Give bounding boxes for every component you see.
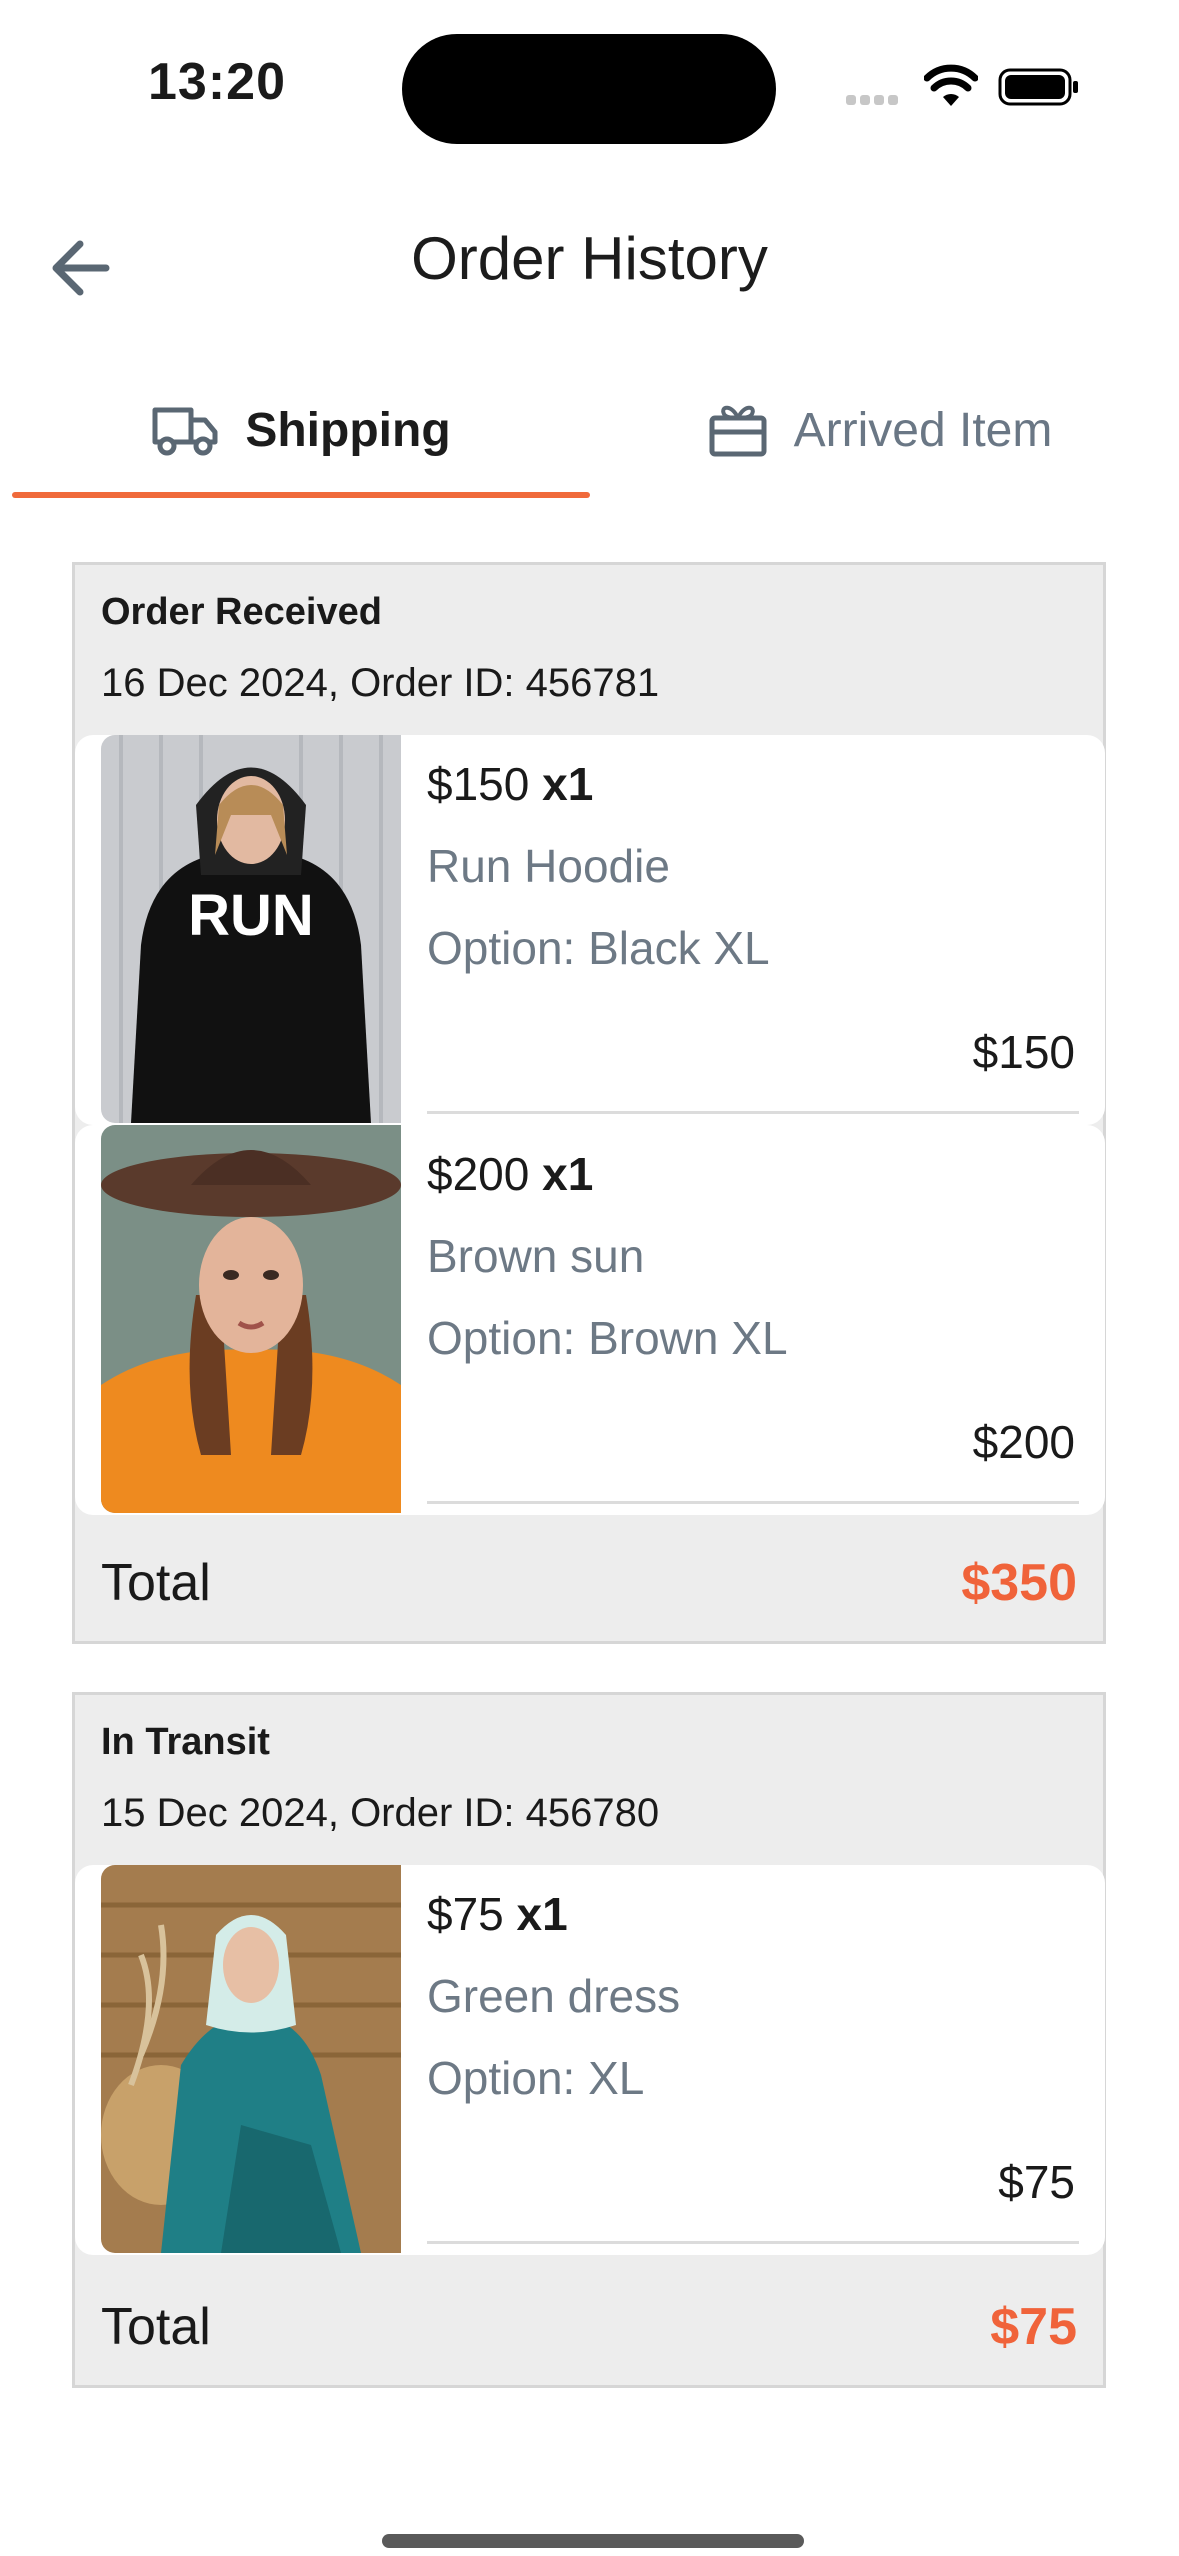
total-value: $350 <box>961 1554 1077 1612</box>
item-option: Option: Brown XL <box>427 1312 788 1364</box>
gift-box-icon <box>709 405 767 457</box>
item-subtotal: $150 <box>972 1026 1075 1078</box>
tab-arrived-label: Arrived Item <box>793 403 1053 457</box>
item-price-qty: $150 x1 <box>427 758 594 810</box>
active-tab-indicator <box>12 492 590 498</box>
product-image <box>101 1125 401 1513</box>
item-option: Option: Black XL <box>427 922 770 974</box>
home-indicator[interactable] <box>382 2534 804 2548</box>
total-label: Total <box>101 1554 211 1612</box>
status-bar: 13:20 <box>0 0 1179 150</box>
item-name: Green dress <box>427 1970 681 2022</box>
cellular-signal-icon <box>846 92 906 106</box>
order-tabs: Shipping Arrived Item <box>0 370 1179 500</box>
tab-shipping-label: Shipping <box>245 403 451 457</box>
order-item[interactable]: $75 x1 Green dress Option: XL $75 <box>75 1865 1105 2255</box>
item-price-qty: $200 x1 <box>427 1148 594 1200</box>
page-title: Order History <box>411 225 768 292</box>
truck-icon <box>152 407 218 456</box>
dynamic-island <box>402 34 776 144</box>
order-meta: 16 Dec 2024, Order ID: 456781 <box>101 661 660 705</box>
item-subtotal: $200 <box>972 1416 1075 1468</box>
order-item[interactable]: RUN $150 x1 Run Hoodie Option: Black XL … <box>75 735 1105 1125</box>
tab-shipping[interactable]: Shipping <box>12 370 590 490</box>
product-image: RUN <box>101 735 401 1123</box>
status-time: 13:20 <box>148 53 286 111</box>
order-meta: 15 Dec 2024, Order ID: 456780 <box>101 1791 660 1835</box>
app-header: Order History <box>0 190 1179 330</box>
wifi-icon <box>924 64 978 106</box>
tab-arrived-item[interactable]: Arrived Item <box>590 370 1168 490</box>
order-card[interactable]: Order Received 16 Dec 2024, Order ID: 45… <box>72 562 1106 1644</box>
order-card[interactable]: In Transit 15 Dec 2024, Order ID: 456780… <box>72 1692 1106 2388</box>
hoodie-print-text: RUN <box>188 883 314 948</box>
item-divider <box>427 1111 1079 1114</box>
item-name: Run Hoodie <box>427 840 670 892</box>
item-option: Option: XL <box>427 2052 645 2104</box>
item-price-qty: $75 x1 <box>427 1888 568 1940</box>
product-image <box>101 1865 401 2253</box>
order-item[interactable]: $200 x1 Brown sun Option: Brown XL $200 <box>75 1125 1105 1515</box>
item-name: Brown sun <box>427 1230 645 1282</box>
item-divider <box>427 1501 1079 1504</box>
battery-icon <box>998 68 1078 106</box>
total-value: $75 <box>990 2298 1077 2356</box>
order-status: In Transit <box>101 1721 270 1763</box>
item-divider <box>427 2241 1079 2244</box>
total-label: Total <box>101 2298 211 2356</box>
item-subtotal: $75 <box>998 2156 1075 2208</box>
order-status: Order Received <box>101 591 382 633</box>
